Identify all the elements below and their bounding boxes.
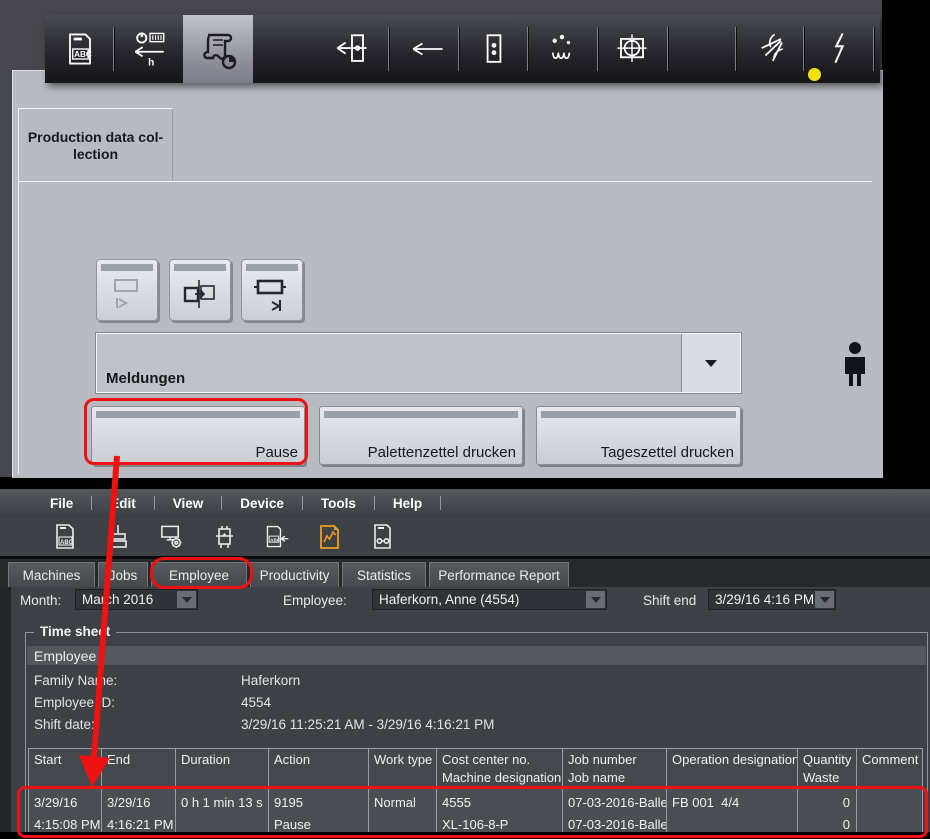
power-fault-icon[interactable] [817,25,861,73]
pallet-eject-button[interactable] [241,259,303,321]
family-name-label: Family Name: [34,673,117,688]
col-header-duration[interactable]: Duration [176,749,269,789]
col-header-comment[interactable]: Comment [857,749,923,789]
print-day-note-button[interactable]: Tageszettel drucken [536,406,741,465]
machine-icon[interactable] [211,523,237,551]
button-title-strip [324,411,518,418]
family-name-row: Family Name: Haferkorn [26,673,927,693]
pallet-change-icon [178,274,222,314]
menu-tools[interactable]: Tools [319,496,358,511]
shift-end-value: 3/29/16 4:16 PM [715,592,814,607]
print-pallet-note-button[interactable]: Palettenzettel drucken [319,406,523,465]
abc-document-icon[interactable]: ABC [52,523,78,551]
tab-machines[interactable]: Machines [8,562,95,587]
meldungen-dropdown-button[interactable] [681,334,740,392]
employee-value: Haferkorn, Anne (4554) [379,592,519,607]
panel-edge [0,587,11,832]
shift-end-select[interactable]: 3/29/16 4:16 PM [708,589,836,610]
material-in-icon[interactable] [330,25,374,73]
col-header-start[interactable]: Start [29,749,102,789]
operator-person-icon [841,341,869,389]
chevron-down-icon[interactable] [586,591,605,608]
time-sheet-title: Time sheet [34,624,116,639]
employee-id-value: 4554 [241,695,271,710]
annotation-box-employee-tab [150,557,253,589]
report-chart-icon[interactable] [317,523,343,551]
meldungen-combobox[interactable]: Meldungen [96,333,741,393]
abc-import-icon[interactable]: ABC [264,523,290,551]
annotation-box-pause [84,398,308,465]
structure-document-icon[interactable] [370,523,396,551]
gate-icon[interactable] [472,25,516,73]
family-name-value: Haferkorn [241,673,300,688]
pallet-transport-icon [105,274,149,314]
shift-date-row: Shift date: 3/29/16 11:25:21 AM - 3/29/1… [26,717,927,737]
tab-production-data-collection[interactable]: Production data col- lection [18,108,173,181]
svg-text:ABC: ABC [74,50,92,59]
button-title-strip [101,264,153,271]
shift-end-label: Shift end [643,593,696,608]
col-header-operation-designation[interactable]: Operation designation [667,749,798,789]
print-pallet-note-label: Palettenzettel drucken [368,444,516,461]
menu-file[interactable]: File [48,496,75,511]
button-title-strip [246,264,298,271]
tool-bar: ABC ABC [0,517,930,556]
svg-text:ABC: ABC [270,537,281,543]
svg-text:h: h [148,58,154,69]
tab-jobs[interactable]: Jobs [98,562,148,587]
col-header-cost-center[interactable]: Cost center no.Machine designation [437,749,563,789]
menu-view[interactable]: View [171,496,206,511]
col-header-action[interactable]: Action [269,749,369,789]
shift-start-icon[interactable]: h [128,25,172,73]
svg-text:ABC: ABC [60,540,74,546]
print-day-note-label: Tageszettel drucken [601,444,734,461]
employee-select[interactable]: Haferkorn, Anne (4554) [372,589,607,610]
month-label: Month: [20,593,61,608]
spray-icon[interactable] [748,25,792,73]
annotation-box-table-row [17,786,928,838]
month-select[interactable]: March 2016 [75,589,198,610]
meldungen-label: Meldungen [106,370,185,387]
chevron-down-icon [705,360,717,367]
arrow-left-icon[interactable] [405,25,449,73]
register-target-icon[interactable] [610,25,654,73]
menu-help[interactable]: Help [391,496,424,511]
tab-statistics[interactable]: Statistics [342,562,426,587]
status-dot-yellow [808,68,821,81]
tab-bar: Machines Jobs Employee Productivity Stat… [0,559,930,587]
pallet-change-button[interactable] [169,259,231,321]
wash-icon[interactable] [540,25,584,73]
employee-label: Employee: [283,593,347,608]
menu-device[interactable]: Device [238,496,286,511]
menu-edit[interactable]: Edit [108,496,138,511]
employee-section-header: Employee [27,646,926,665]
production-report-icon[interactable] [196,25,240,73]
system-settings-icon[interactable] [158,523,184,551]
col-header-quantity[interactable]: QuantityWaste [798,749,857,789]
machine-toolbar: ABC h [45,15,880,83]
shift-date-value: 3/29/16 11:25:21 AM - 3/29/16 4:16:21 PM [241,717,494,732]
pallet-eject-icon [250,274,294,314]
button-title-strip [174,264,226,271]
tab-label-line1: Production data col- [19,129,172,146]
abc-document-icon[interactable]: ABC [58,25,102,73]
col-header-work-type[interactable]: Work type [369,749,437,789]
col-header-job-number[interactable]: Job numberJob name [563,749,667,789]
pallet-sheets-icon[interactable] [105,523,131,551]
employee-id-label: Employee ID: [34,695,115,710]
employee-id-row: Employee ID: 4554 [26,695,927,715]
tab-productivity[interactable]: Productivity [250,562,339,587]
month-value: March 2016 [82,592,153,607]
pallet-transport-button[interactable] [96,259,158,321]
button-title-strip [541,411,736,418]
chevron-down-icon[interactable] [815,591,834,608]
col-header-end[interactable]: End [102,749,176,789]
shift-date-label: Shift date: [34,717,95,732]
menu-bar: File Edit View Device Tools Help [0,489,930,517]
tab-label-line2: lection [19,146,172,163]
chevron-down-icon[interactable] [177,591,196,608]
tab-performance-report[interactable]: Performance Report [429,562,569,587]
